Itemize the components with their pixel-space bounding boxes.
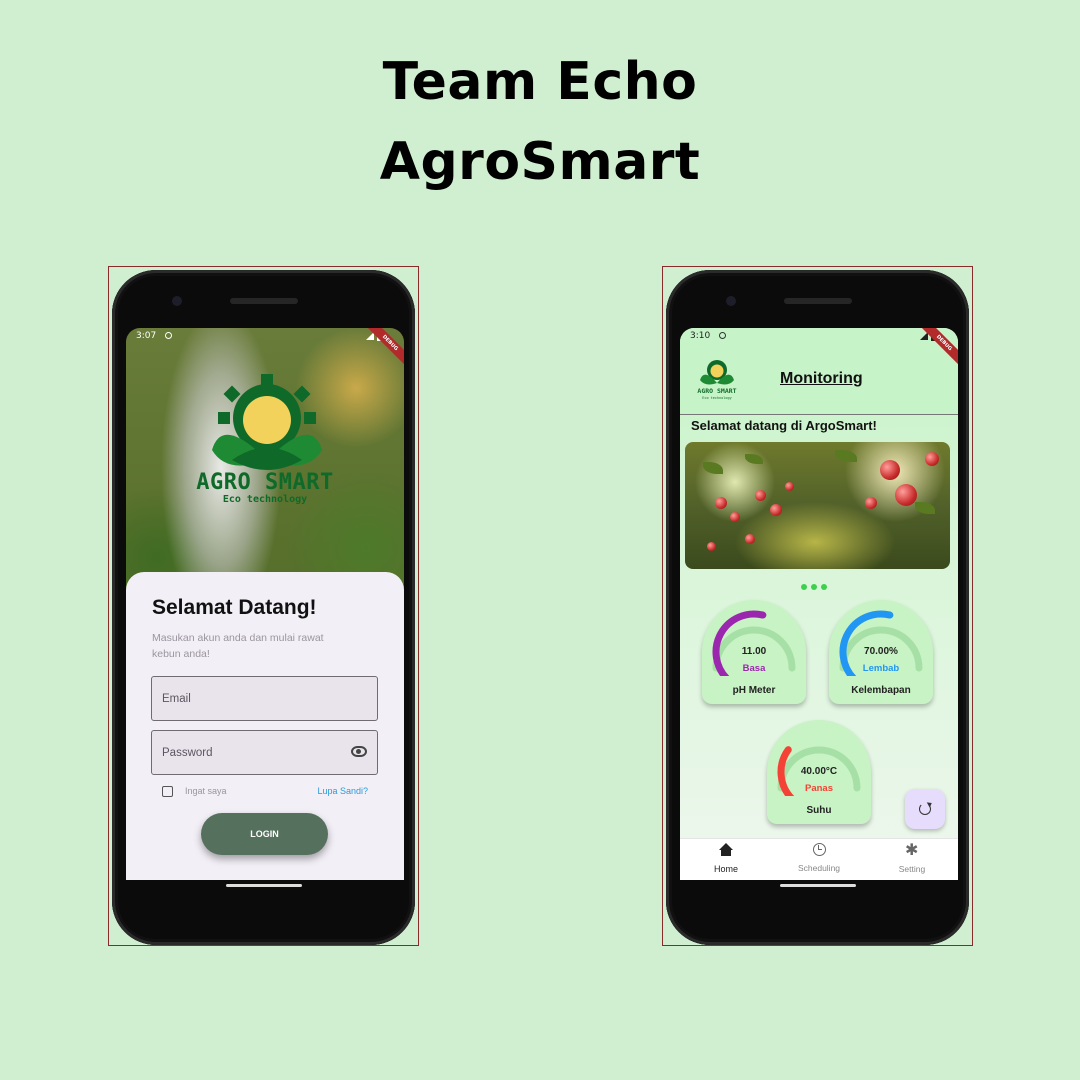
- login-screen: 3:07 DEBUG AGRO SMART Eco technology Sel…: [126, 328, 404, 880]
- humidity-value: 70.00%: [864, 646, 898, 657]
- password-input[interactable]: [152, 731, 377, 774]
- password-field[interactable]: [151, 730, 378, 775]
- email-field[interactable]: [151, 676, 378, 721]
- login-phone-frame: 3:07 DEBUG AGRO SMART Eco technology Sel…: [108, 266, 419, 946]
- welcome-text: Selamat datang di ArgoSmart!: [691, 418, 877, 433]
- login-card: Selamat Datang! Masukan akun anda dan mu…: [126, 572, 404, 880]
- small-logo-subtitle: Eco technology: [702, 396, 732, 400]
- ph-status: Basa: [742, 663, 766, 674]
- humidity-status: Lembab: [862, 663, 900, 674]
- humidity-label: Kelembapan: [851, 685, 911, 696]
- status-bar: 3:07: [126, 328, 404, 346]
- temperature-value: 40.00°C: [800, 766, 838, 777]
- monitoring-phone-frame: AGRO SMART Eco technology Monitoring 3:1…: [662, 266, 973, 946]
- speaker: [784, 298, 852, 304]
- header-title-line2: AgroSmart: [379, 132, 701, 192]
- status-icon: [165, 332, 173, 339]
- speaker: [230, 298, 298, 304]
- email-input[interactable]: [152, 677, 377, 720]
- nav-item-setting[interactable]: Setting: [866, 840, 958, 874]
- logo-subtitle: Eco technology: [222, 494, 308, 505]
- agrosmart-logo-icon: AGRO SMART Eco technology: [697, 360, 737, 400]
- carousel-indicator[interactable]: [801, 575, 831, 594]
- refresh-icon: [919, 803, 931, 815]
- phone-body: AGRO SMART Eco technology Monitoring 3:1…: [666, 270, 969, 945]
- temperature-label: Suhu: [806, 805, 832, 816]
- nav-item-home[interactable]: Home: [680, 843, 772, 874]
- home-indicator: [226, 884, 302, 887]
- login-title: Selamat Datang!: [152, 596, 317, 619]
- home-indicator: [780, 884, 856, 887]
- ph-label: pH Meter: [732, 685, 776, 696]
- ph-meter-gauge: 11.00 Basa pH Meter: [702, 600, 806, 704]
- header-title-line1: Team Echo: [382, 52, 698, 112]
- forgot-password-link[interactable]: Lupa Sandi?: [317, 786, 368, 796]
- nav-label-setting: Setting: [898, 864, 926, 874]
- nav-item-scheduling[interactable]: Scheduling: [773, 843, 865, 873]
- remember-label: Ingat saya: [185, 786, 227, 796]
- refresh-button[interactable]: [905, 789, 945, 829]
- camera: [726, 296, 736, 306]
- monitoring-screen: AGRO SMART Eco technology Monitoring 3:1…: [680, 328, 958, 880]
- gear-icon: [905, 840, 919, 860]
- status-icon: [719, 332, 727, 339]
- remember-checkbox[interactable]: [162, 786, 173, 797]
- camera: [172, 296, 182, 306]
- temperature-gauge: 40.00°C Panas Suhu: [767, 720, 871, 824]
- orchard-banner-image[interactable]: [685, 442, 950, 569]
- nav-label-scheduling: Scheduling: [797, 863, 841, 873]
- nav-label-home: Home: [713, 864, 738, 874]
- status-time: 3:07: [136, 331, 157, 341]
- login-button[interactable]: LOGIN: [201, 813, 328, 855]
- logo-title: AGRO SMART: [196, 470, 334, 495]
- eye-icon[interactable]: [351, 746, 367, 757]
- clock-icon: [812, 843, 826, 856]
- status-time: 3:10: [690, 331, 711, 341]
- home-icon: [719, 843, 733, 857]
- ph-value: 11.00: [741, 646, 767, 657]
- small-logo-title: AGRO SMART: [697, 387, 736, 395]
- bottom-navigation: Home Scheduling Setting: [680, 838, 958, 880]
- login-subtitle: Masukan akun anda dan mulai rawat kebun …: [152, 632, 324, 660]
- temperature-status: Panas: [805, 783, 833, 794]
- page-title: Monitoring: [780, 370, 863, 387]
- humidity-gauge: 70.00% Lembab Kelembapan: [829, 600, 933, 704]
- status-bar: 3:10: [680, 328, 958, 346]
- phone-body: 3:07 DEBUG AGRO SMART Eco technology Sel…: [112, 270, 415, 945]
